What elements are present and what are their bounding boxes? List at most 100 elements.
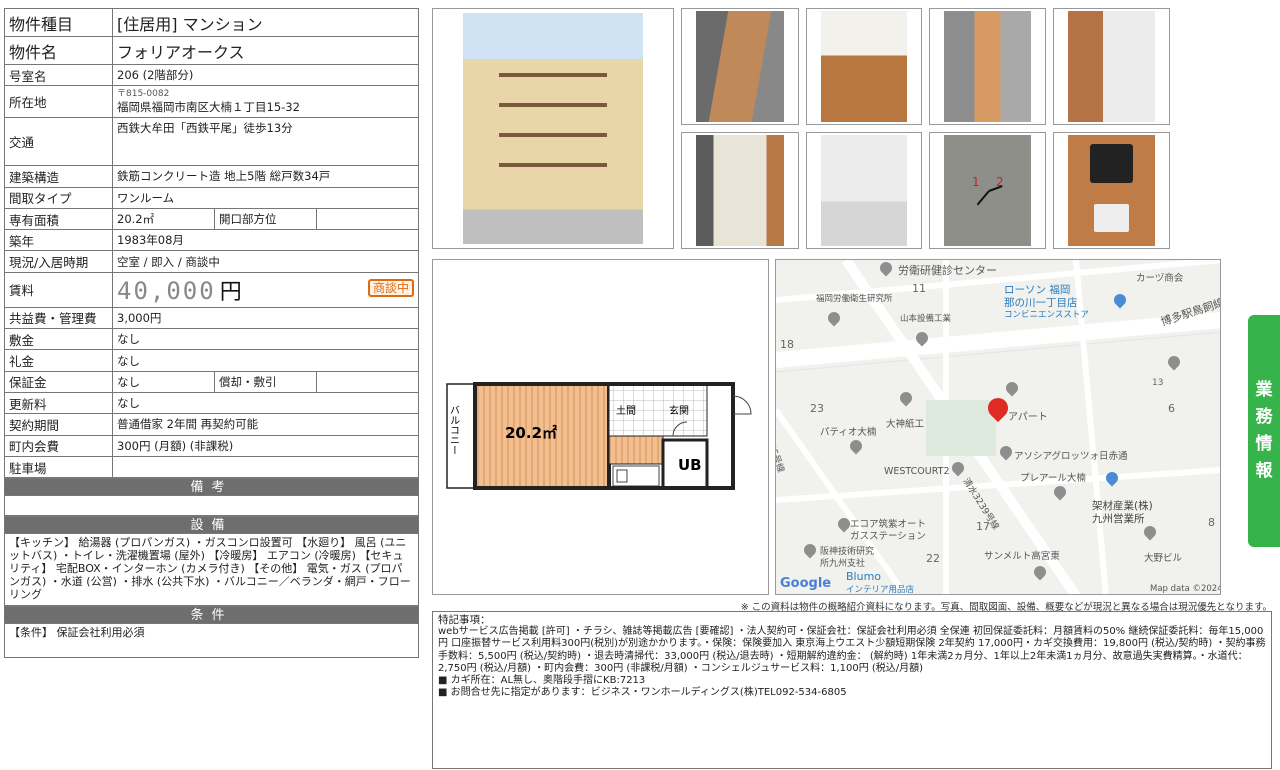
special-notes-box: 特記事項： webサービス広告掲載 [許可] ・チラシ、雑誌等掲載広告 [要確認… bbox=[432, 611, 1272, 769]
spec-sublabel-amortization: 償却・敷引 bbox=[214, 370, 317, 393]
spec-value-guarantee: なし bbox=[112, 370, 215, 393]
spec-value-fee: 3,000円 bbox=[112, 306, 419, 330]
hallway-photo[interactable] bbox=[681, 132, 799, 249]
map-data-credit: Map data ©2024 bbox=[1150, 584, 1221, 594]
spec-label: 間取タイプ bbox=[4, 186, 113, 209]
notes-line: webサービス広告掲載 [許可] ・チラシ、雑誌等掲載広告 [要確認] ・法人契… bbox=[438, 626, 1266, 674]
wall-clock-photo[interactable]: 1 2 bbox=[929, 132, 1046, 249]
spec-value-renewal: なし bbox=[112, 391, 419, 415]
entrance-label: 玄関 bbox=[669, 404, 689, 417]
map-label: 大野ビル bbox=[1144, 553, 1183, 564]
spec-row-access: 交通 西鉄大牟田「西鉄平尾」徒歩13分 bbox=[4, 117, 419, 167]
room-area-label: 20.2㎡ bbox=[505, 424, 557, 442]
spec-label: 保証金 bbox=[4, 370, 113, 393]
map-label: プレアール大楠 bbox=[1020, 473, 1086, 484]
corridor-photo[interactable] bbox=[1053, 8, 1170, 125]
tab-char: 業 bbox=[1255, 380, 1273, 400]
floor-plan-drawing: バルコニー 20.2㎡ 土間 玄関 UB bbox=[446, 382, 752, 490]
room-photo-3[interactable] bbox=[929, 8, 1046, 125]
map-block-number: 17 bbox=[976, 520, 990, 533]
spec-label: 賃料 bbox=[4, 271, 113, 308]
spec-label: 現況/入居時期 bbox=[4, 250, 113, 273]
spec-value-parking bbox=[112, 455, 419, 479]
spec-label: 専有面積 bbox=[4, 207, 113, 231]
negotiating-badge: 商談中 bbox=[367, 278, 414, 297]
building-exterior-photo[interactable] bbox=[432, 8, 674, 249]
map-label: 九州営業所 bbox=[1092, 513, 1145, 525]
map-block-number: 6 bbox=[1168, 402, 1175, 415]
spec-value-orientation bbox=[316, 207, 419, 231]
equipment-body: 【キッチン】 給湯器 (プロパンガス) ・ガスコンロ設置可 【水廻り】 風呂 (… bbox=[4, 534, 419, 607]
tab-char: 報 bbox=[1255, 461, 1273, 481]
spec-label: 町内会費 bbox=[4, 434, 113, 457]
spec-label: 敷金 bbox=[4, 328, 113, 351]
spec-row-parking: 駐車場 bbox=[4, 455, 419, 479]
intercom-photo[interactable] bbox=[1053, 132, 1170, 249]
tab-char: 務 bbox=[1255, 407, 1273, 427]
spec-label: 築年 bbox=[4, 229, 113, 252]
spec-label: 共益費・管理費 bbox=[4, 306, 113, 330]
spec-row-rent: 賃料 40,000 円 商談中 bbox=[4, 271, 419, 308]
spec-row-type: 物件種目 [住居用] マンション bbox=[4, 8, 419, 37]
spec-value-built: 1983年08月 bbox=[112, 229, 419, 252]
map-block-number: 18 bbox=[780, 338, 794, 351]
equipment-header: 設備 bbox=[4, 516, 419, 535]
spec-row-community: 町内会費 300円 (月額) (非課税) bbox=[4, 434, 419, 457]
conditions-body: 【条件】 保証会社利用必須 bbox=[4, 624, 419, 659]
spec-value-address: 〒815-0082 福岡県福岡市南区大楠１丁目15-32 bbox=[112, 85, 419, 119]
spec-value-deposit: なし bbox=[112, 328, 419, 351]
remarks-body bbox=[4, 496, 419, 517]
map-label: 所九州支社 bbox=[820, 559, 866, 569]
spec-label: 契約期間 bbox=[4, 413, 113, 436]
spec-row-area: 専有面積 20.2㎡ 開口部方位 bbox=[4, 207, 419, 231]
map-label: インテリア用品店 bbox=[846, 585, 915, 595]
room-photo-2[interactable] bbox=[806, 8, 922, 125]
map-block-number: 8 bbox=[1208, 516, 1215, 529]
map-label: コンビニエンスストア bbox=[1004, 310, 1089, 320]
spec-row-built: 築年 1983年08月 bbox=[4, 229, 419, 252]
spec-value-type: [住居用] マンション bbox=[112, 8, 419, 37]
spec-row-layout: 間取タイプ ワンルーム bbox=[4, 186, 419, 209]
notes-line: ■ カギ所在：AL無し、奥階段手摺にKB:7213 bbox=[438, 675, 646, 687]
floor-plan[interactable]: バルコニー 20.2㎡ 土間 玄関 UB bbox=[432, 259, 769, 595]
spec-row-deposit: 敷金 なし bbox=[4, 328, 419, 351]
spec-value-layout: ワンルーム bbox=[112, 186, 419, 209]
doma-label: 土間 bbox=[616, 404, 636, 417]
spec-value-room: 206 (2階部分) bbox=[112, 63, 419, 87]
property-spec-sheet: 物件種目 [住居用] マンション 物件名 フォリアオークス 号室名 206 (2… bbox=[4, 8, 419, 659]
address-line: 福岡県福岡市南区大楠１丁目15-32 bbox=[117, 100, 300, 115]
map-label: サンメルト高宮東 bbox=[984, 551, 1060, 562]
spec-label: 建築構造 bbox=[4, 165, 113, 188]
spec-sublabel-orientation: 開口部方位 bbox=[214, 207, 317, 231]
notes-title: 特記事項： bbox=[438, 614, 491, 626]
spec-row-address: 所在地 〒815-0082 福岡県福岡市南区大楠１丁目15-32 bbox=[4, 85, 419, 119]
business-info-tab[interactable]: 業 務 情 報 bbox=[1248, 315, 1280, 547]
spec-label: 物件種目 bbox=[4, 8, 113, 37]
notes-line: ■ お問合せ先に指定があります：ビジネス・ワンホールディングス(株)TEL092… bbox=[438, 687, 847, 699]
spec-label: 所在地 bbox=[4, 85, 113, 119]
spec-row-structure: 建築構造 鉄筋コンクリート造 地上5階 総戸数34戸 bbox=[4, 165, 419, 188]
spec-row-renewal: 更新料 なし bbox=[4, 391, 419, 415]
spec-value-structure: 鉄筋コンクリート造 地上5階 総戸数34戸 bbox=[112, 165, 419, 188]
map-block-number: 22 bbox=[926, 552, 940, 565]
room-photo-1[interactable] bbox=[681, 8, 799, 125]
spec-value-key-money: なし bbox=[112, 349, 419, 372]
tab-char: 情 bbox=[1255, 434, 1273, 454]
spec-label: 物件名 bbox=[4, 36, 113, 65]
map-label: 福岡労働衛生研究所 bbox=[816, 294, 893, 304]
rent-amount: 40,000 bbox=[117, 276, 216, 305]
location-map[interactable]: 労衛研健診センター ローソン 福岡 那の川一丁目店 コンビニエンスストア カーヅ… bbox=[775, 259, 1221, 595]
spec-row-name: 物件名 フォリアオークス bbox=[4, 36, 419, 65]
spec-label: 交通 bbox=[4, 117, 113, 167]
spec-row-fee: 共益費・管理費 3,000円 bbox=[4, 306, 419, 330]
map-label: 山本設備工業 bbox=[900, 314, 952, 324]
map-label: カーヅ商会 bbox=[1136, 273, 1184, 284]
spec-row-status: 現況/入居時期 空室 / 即入 / 商談中 bbox=[4, 250, 419, 273]
spec-value-community: 300円 (月額) (非課税) bbox=[112, 434, 419, 457]
spec-value-area: 20.2㎡ bbox=[112, 207, 215, 231]
spec-label: 号室名 bbox=[4, 63, 113, 87]
spec-value-status: 空室 / 即入 / 商談中 bbox=[112, 250, 419, 273]
bathroom-photo[interactable] bbox=[806, 132, 922, 249]
map-block-number: 13 bbox=[1152, 378, 1164, 388]
spec-value-rent: 40,000 円 商談中 bbox=[112, 271, 419, 308]
